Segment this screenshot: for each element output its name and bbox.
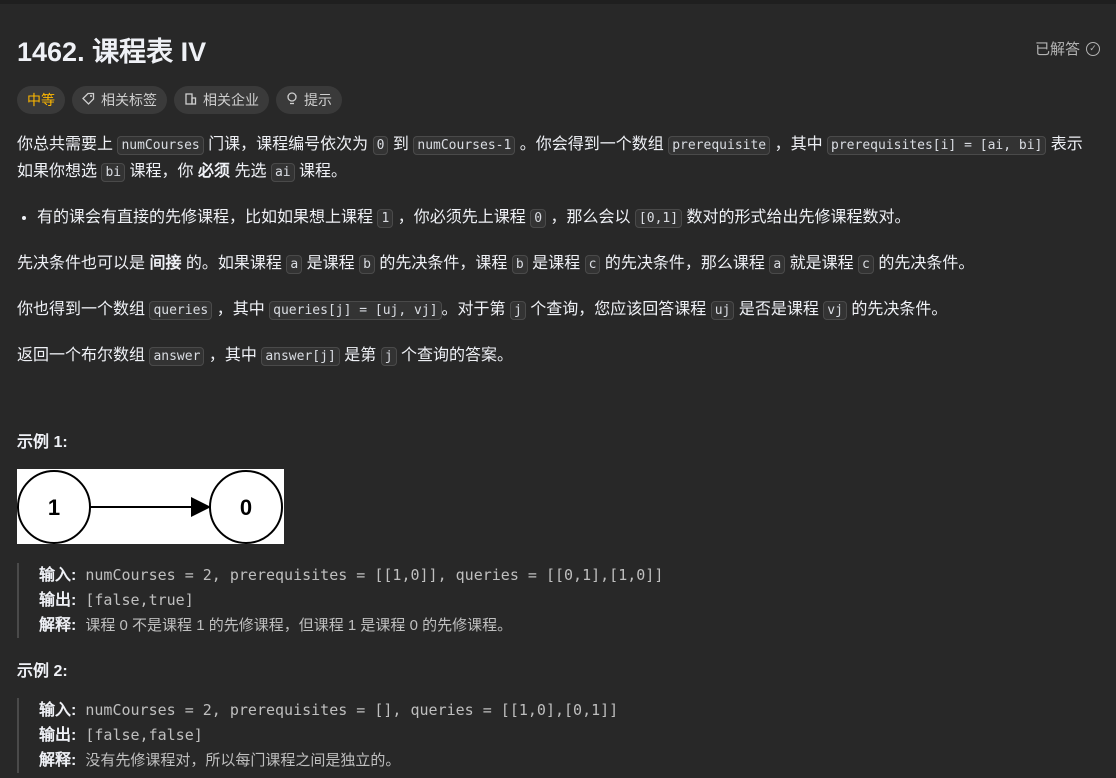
description-bullet: 有的课会有直接的先修课程，比如如果想上课程 1 ，你必须先上课程 0 ，那么会以… (37, 205, 1097, 232)
example-2-heading: 示例 2: (17, 663, 68, 680)
tag-row: 中等 相关标签 相关企业 提示 (17, 86, 342, 114)
building-icon (184, 92, 197, 108)
example-1-explain-row: 解释: 课程 0 不是课程 1 的先修课程，但课程 1 是课程 0 的先修课程。 (39, 617, 513, 634)
problem-description: 你总共需要上 numCourses 门课，课程编号依次为 0 到 numCour… (17, 132, 1097, 389)
description-paragraph-4: 返回一个布尔数组 answer ，其中 answer[j] 是第 j 个查询的答… (17, 347, 513, 366)
solved-label: 已解答 (1034, 41, 1080, 58)
hint-button[interactable]: 提示 (276, 86, 342, 114)
related-companies-label: 相关企业 (203, 92, 259, 108)
tag-icon (82, 92, 95, 108)
related-tags-label: 相关标签 (101, 92, 157, 108)
check-circle-icon: ✓ (1086, 41, 1100, 56)
description-bullet-list: 有的课会有直接的先修课程，比如如果想上课程 1 ，你必须先上课程 0 ，那么会以… (17, 205, 1097, 232)
example-1-input-row: 输入: numCourses = 2, prerequisites = [[1,… (39, 566, 664, 584)
description-paragraph-3: 你也得到一个数组 queries ，其中 queries[j] = [uj, v… (17, 301, 948, 320)
hint-label: 提示 (304, 92, 332, 108)
example-1-block: 输入: numCourses = 2, prerequisites = [[1,… (17, 563, 1116, 638)
example-2-explain-row: 解释: 没有先修课程对，所以每门课程之间是独立的。 (39, 752, 401, 769)
description-paragraph-2: 先决条件也可以是 间接 的。如果课程 a 是课程 b 的先决条件，课程 b 是课… (17, 255, 975, 274)
difficulty-badge[interactable]: 中等 (17, 86, 65, 114)
related-companies-button[interactable]: 相关企业 (174, 86, 269, 114)
example-2-input-row: 输入: numCourses = 2, prerequisites = [], … (39, 701, 619, 719)
graph-node-label: 0 (240, 495, 252, 520)
lightbulb-icon (286, 92, 298, 108)
example-1-diagram: 1 0 (17, 469, 284, 544)
example-2-block: 输入: numCourses = 2, prerequisites = [], … (17, 698, 1116, 773)
related-tags-button[interactable]: 相关标签 (72, 86, 167, 114)
example-2-output-row: 输出: [false,false] (39, 726, 203, 744)
example-1-heading: 示例 1: (17, 434, 68, 451)
description-paragraph-1: 你总共需要上 numCourses 门课，课程编号依次为 0 到 numCour… (17, 136, 1083, 182)
graph-node-label: 1 (48, 495, 60, 520)
top-bar (0, 0, 1116, 4)
problem-title: 1462. 课程表 IV (17, 37, 207, 67)
example-1-output-row: 输出: [false,true] (39, 591, 194, 609)
solved-status[interactable]: 已解答 ✓ (1035, 38, 1100, 59)
